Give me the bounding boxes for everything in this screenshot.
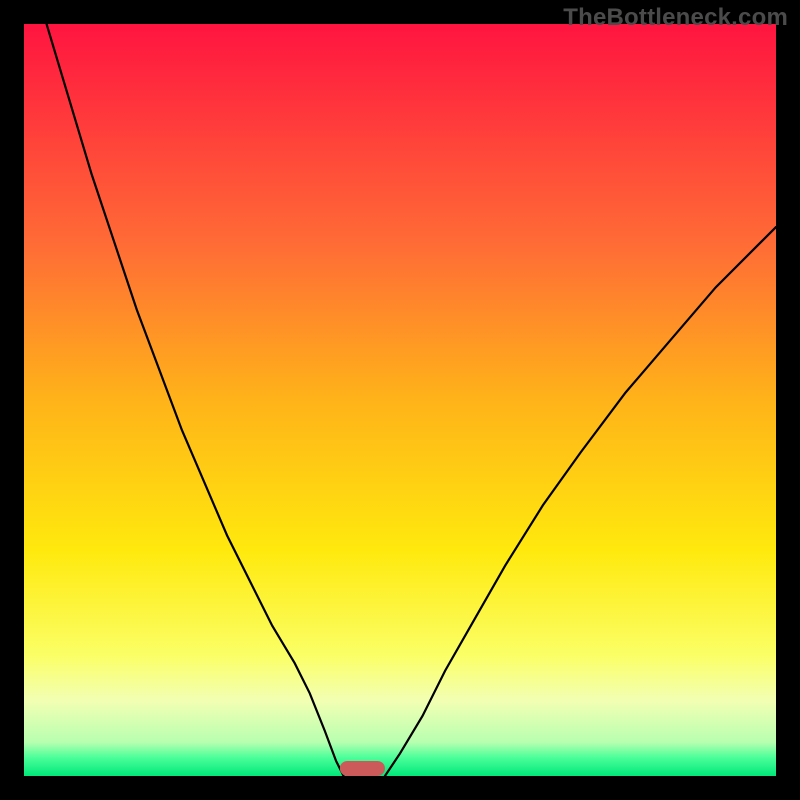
bottleneck-marker xyxy=(340,761,385,776)
watermark-text: TheBottleneck.com xyxy=(563,4,788,32)
chart-frame: TheBottleneck.com xyxy=(0,0,800,800)
chart-svg xyxy=(24,24,776,776)
chart-background xyxy=(24,24,776,776)
plot-area xyxy=(24,24,776,776)
